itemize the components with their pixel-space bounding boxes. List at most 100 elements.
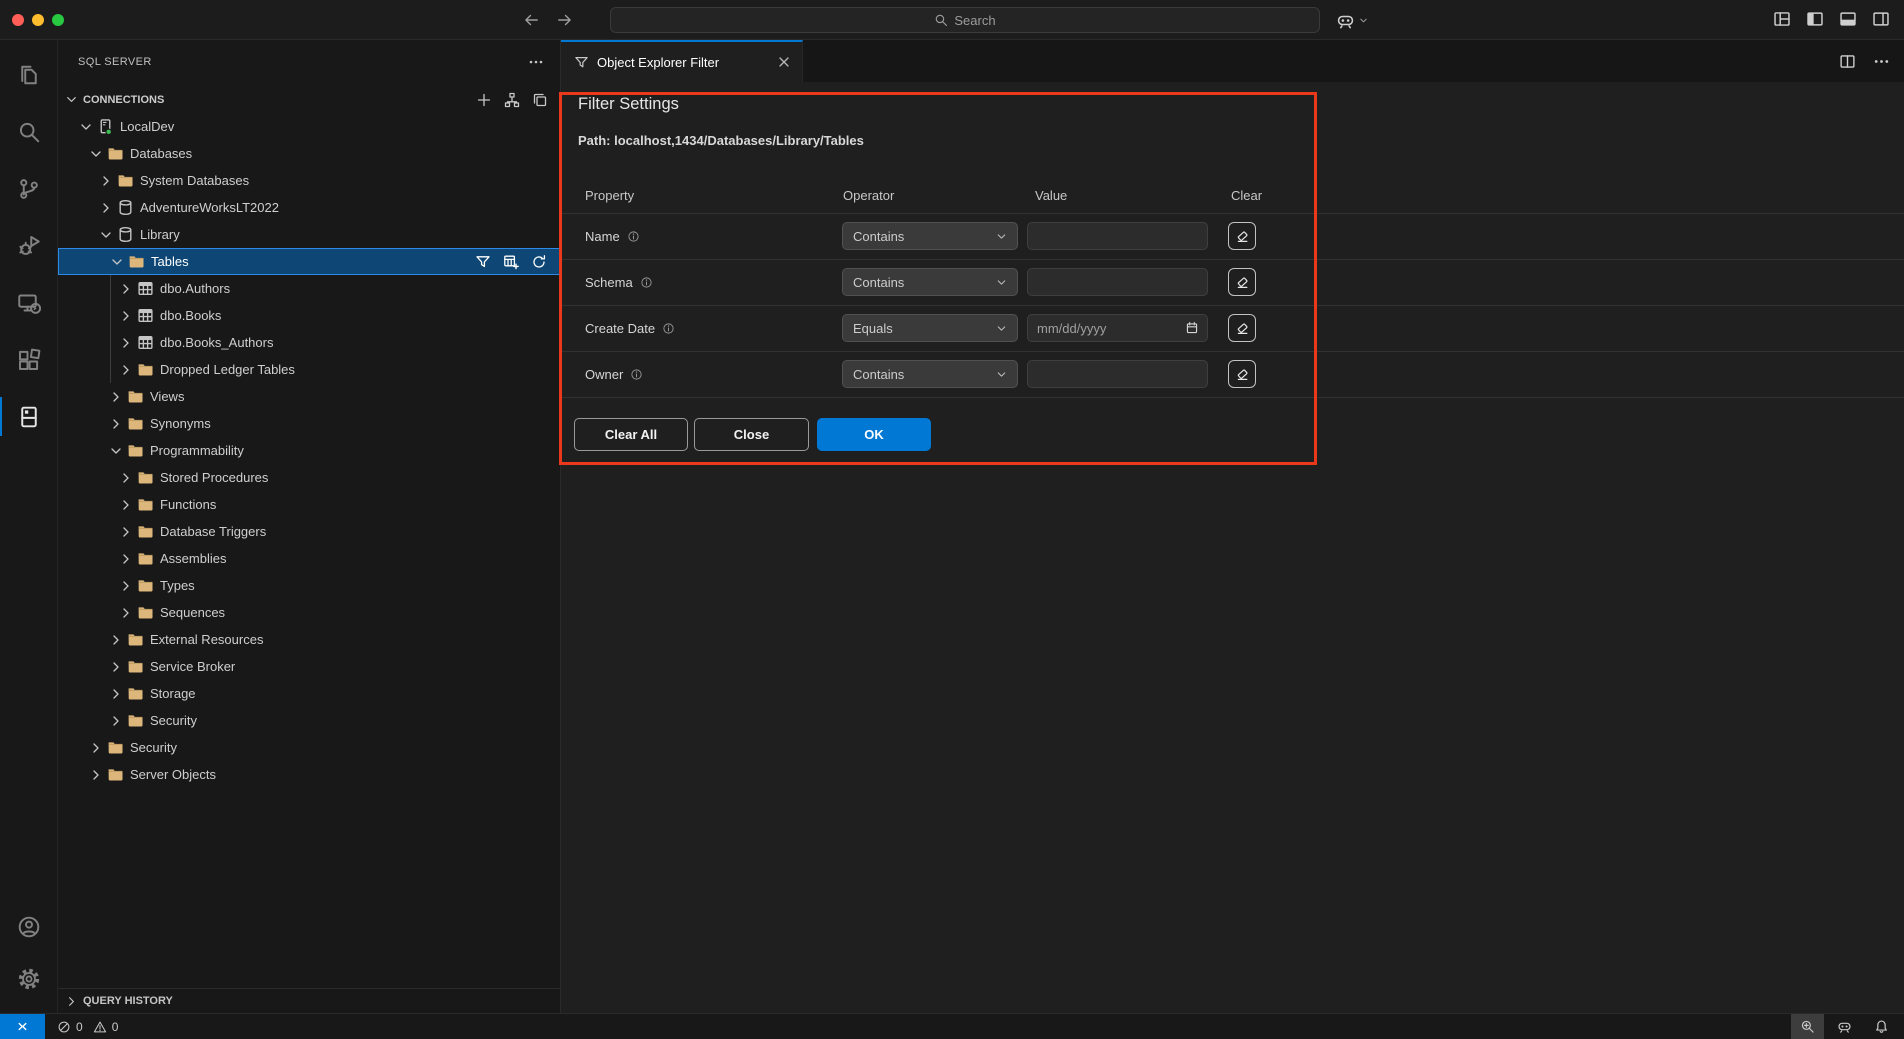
tree-item-security[interactable]: Security	[58, 707, 560, 734]
tree-item-dbo-books-authors[interactable]: dbo.Books_Authors	[58, 329, 560, 356]
clear-owner-button[interactable]	[1228, 360, 1256, 388]
tree-item-dropped-ledger-tables[interactable]: Dropped Ledger Tables	[58, 356, 560, 383]
more-actions-icon[interactable]	[528, 54, 544, 70]
tree-item-database-triggers[interactable]: Database Triggers	[58, 518, 560, 545]
activity-bar-explorer[interactable]	[0, 46, 57, 103]
chevron-right-icon[interactable]	[118, 362, 134, 378]
tree-item-views[interactable]: Views	[58, 383, 560, 410]
operator-select-create-date[interactable]: Equals	[842, 314, 1018, 342]
maximize-window-button[interactable]	[52, 14, 64, 26]
chevron-right-icon[interactable]	[108, 389, 124, 405]
minimize-window-button[interactable]	[32, 14, 44, 26]
chevron-right-icon[interactable]	[98, 200, 114, 216]
status-copilot-status[interactable]	[1828, 1014, 1861, 1039]
calendar-icon[interactable]	[1185, 321, 1199, 335]
chevron-right-icon[interactable]	[118, 470, 134, 486]
problems-status[interactable]: 0 0	[57, 1014, 118, 1039]
tree-item-adventureworkslt2022[interactable]: AdventureWorksLT2022	[58, 194, 560, 221]
tree-item-dbo-authors[interactable]: dbo.Authors	[58, 275, 560, 302]
chevron-right-icon[interactable]	[118, 524, 134, 540]
more-actions-icon[interactable]	[1873, 53, 1890, 70]
close-window-button[interactable]	[12, 14, 24, 26]
tree-item-library[interactable]: Library	[58, 221, 560, 248]
clear-schema-button[interactable]	[1228, 268, 1256, 296]
new-table-button[interactable]	[503, 254, 519, 270]
tree-item-programmability[interactable]: Programmability	[58, 437, 560, 464]
chevron-right-icon[interactable]	[118, 281, 134, 297]
value-input-name[interactable]	[1027, 222, 1208, 250]
activity-bar-remote-explorer[interactable]	[0, 274, 57, 331]
chevron-down-icon[interactable]	[88, 146, 104, 162]
tree-item-storage[interactable]: Storage	[58, 680, 560, 707]
chevron-right-icon[interactable]	[98, 173, 114, 189]
chevron-right-icon[interactable]	[118, 578, 134, 594]
chevron-down-icon[interactable]	[78, 119, 94, 135]
refresh-button[interactable]	[531, 254, 547, 270]
chevron-down-icon[interactable]	[108, 443, 124, 459]
info-icon[interactable]	[630, 368, 643, 381]
tree-item-server-objects[interactable]: Server Objects	[58, 761, 560, 788]
chevron-right-icon[interactable]	[118, 335, 134, 351]
close-button[interactable]: Close	[694, 418, 809, 451]
tree-item-localdev[interactable]: LocalDev	[58, 113, 560, 140]
activity-bar-sql-server[interactable]	[0, 388, 57, 445]
tree-item-types[interactable]: Types	[58, 572, 560, 599]
chevron-right-icon[interactable]	[108, 632, 124, 648]
chevron-down-icon[interactable]	[64, 92, 79, 107]
close-tab-icon[interactable]	[776, 54, 792, 70]
tree-item-tables[interactable]: Tables	[58, 248, 560, 275]
navigate-forward-icon[interactable]	[556, 11, 574, 29]
info-icon[interactable]	[662, 322, 675, 335]
chevron-right-icon[interactable]	[108, 659, 124, 675]
clear-create-date-button[interactable]	[1228, 314, 1256, 342]
info-icon[interactable]	[640, 276, 653, 289]
chevron-down-icon[interactable]	[109, 254, 125, 270]
tree-item-external-resources[interactable]: External Resources	[58, 626, 560, 653]
chevron-right-icon[interactable]	[108, 416, 124, 432]
operator-select-owner[interactable]: Contains	[842, 360, 1018, 388]
activity-bar-search[interactable]	[0, 103, 57, 160]
value-input-owner[interactable]	[1027, 360, 1208, 388]
chevron-right-icon[interactable]	[118, 308, 134, 324]
chevron-right-icon[interactable]	[88, 740, 104, 756]
operator-select-schema[interactable]: Contains	[842, 268, 1018, 296]
chevron-right-icon[interactable]	[118, 551, 134, 567]
tree-item-dbo-books[interactable]: dbo.Books	[58, 302, 560, 329]
tree-item-sequences[interactable]: Sequences	[58, 599, 560, 626]
value-input-schema[interactable]	[1027, 268, 1208, 296]
navigate-back-icon[interactable]	[522, 11, 540, 29]
activity-bar-source-control[interactable]	[0, 160, 57, 217]
tree-item-synonyms[interactable]: Synonyms	[58, 410, 560, 437]
split-editor-icon[interactable]	[1839, 53, 1856, 70]
activity-bar-accounts[interactable]	[0, 901, 57, 953]
remote-indicator[interactable]	[0, 1014, 45, 1039]
operator-select-name[interactable]: Contains	[842, 222, 1018, 250]
chevron-right-icon[interactable]	[88, 767, 104, 783]
toggle-secondary-sidebar-icon[interactable]	[1872, 10, 1890, 28]
clear-name-button[interactable]	[1228, 222, 1256, 250]
toggle-panel-icon[interactable]	[1839, 10, 1857, 28]
tab-object-explorer-filter[interactable]: Object Explorer Filter	[561, 40, 803, 82]
activity-bar-run-and-debug[interactable]	[0, 217, 57, 274]
connection-groups-button[interactable]	[504, 92, 520, 108]
copilot-menu[interactable]	[1336, 9, 1369, 31]
status-notifications[interactable]	[1865, 1014, 1898, 1039]
info-icon[interactable]	[627, 230, 640, 243]
activity-bar-extensions[interactable]	[0, 331, 57, 388]
command-center-search[interactable]: Search	[610, 7, 1320, 33]
chevron-right-icon[interactable]	[118, 497, 134, 513]
filter-button[interactable]	[475, 254, 491, 270]
toggle-primary-sidebar-icon[interactable]	[1806, 10, 1824, 28]
query-history-section-header[interactable]: QUERY HISTORY	[58, 988, 560, 1013]
customize-layout-icon[interactable]	[1773, 10, 1791, 28]
add-connection-button[interactable]	[476, 92, 492, 108]
chevron-right-icon[interactable]	[108, 713, 124, 729]
value-input-create-date[interactable]: mm/dd/yyyy	[1027, 314, 1208, 342]
tree-item-functions[interactable]: Functions	[58, 491, 560, 518]
tree-item-service-broker[interactable]: Service Broker	[58, 653, 560, 680]
clear-all-button[interactable]: Clear All	[574, 418, 688, 451]
collapse-all-button[interactable]	[532, 92, 548, 108]
tree-item-databases[interactable]: Databases	[58, 140, 560, 167]
status-zoom-in[interactable]	[1791, 1014, 1824, 1039]
chevron-down-icon[interactable]	[98, 227, 114, 243]
